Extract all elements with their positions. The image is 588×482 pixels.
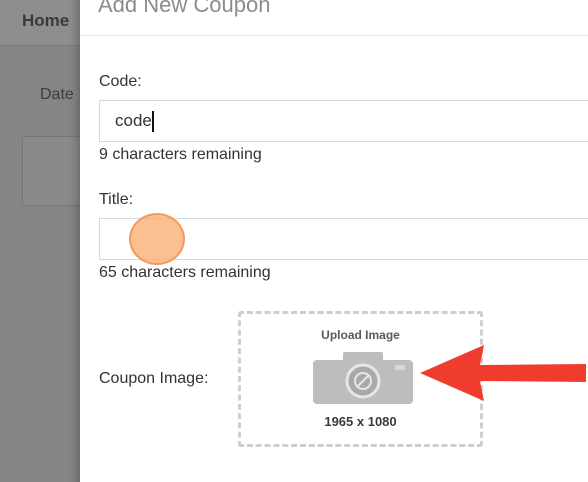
title-label: Title: [99, 191, 134, 208]
code-input[interactable] [100, 101, 588, 141]
camera-icon [313, 352, 413, 404]
modal-header: Add New Coupon [80, 0, 588, 36]
code-chars-remaining: 9 characters remaining [99, 146, 262, 163]
upload-image-title: Upload Image [321, 328, 400, 342]
red-arrow-annotation-icon [420, 345, 586, 401]
nav-home-link[interactable]: Home [22, 11, 69, 31]
upload-image-dimensions: 1965 x 1080 [324, 414, 397, 429]
cursor-highlight [129, 213, 185, 265]
title-chars-remaining: 65 characters remaining [99, 264, 271, 281]
coupon-image-label: Coupon Image: [99, 370, 209, 387]
modal-title: Add New Coupon [98, 0, 271, 17]
background-date-label: Date [40, 86, 74, 103]
code-label: Code: [99, 73, 142, 90]
code-field-wrapper [99, 100, 588, 142]
text-caret [152, 111, 154, 132]
